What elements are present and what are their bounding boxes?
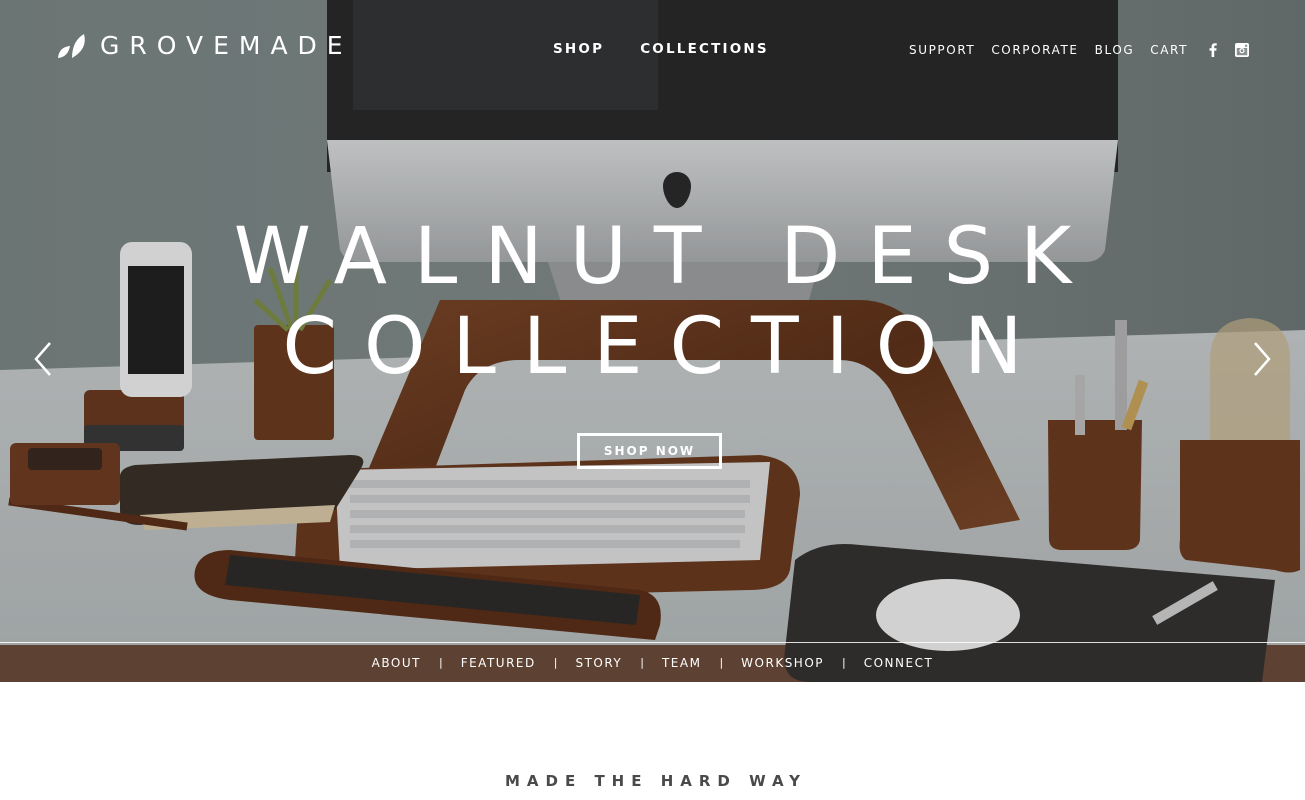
grovemade-logo[interactable]: GROVEMADE [56, 32, 353, 60]
carousel-prev-button[interactable] [31, 340, 55, 378]
nav-corporate[interactable]: CORPORATE [991, 42, 1078, 58]
nav-shop[interactable]: SHOP [553, 40, 604, 58]
instagram-link[interactable] [1235, 43, 1250, 57]
brand-name: GROVEMADE [100, 31, 353, 60]
subnav-team[interactable]: TEAM [662, 655, 701, 671]
chevron-left-icon [34, 342, 51, 376]
carousel-next-button[interactable] [1250, 340, 1274, 378]
subnav-separator: | [553, 655, 558, 669]
hero-title-line-1: WALNUT DESK [233, 212, 1099, 302]
subnav-about[interactable]: ABOUT [372, 655, 421, 671]
section-subnav: ABOUT | FEATURED | STORY | TEAM | WORKSH… [0, 642, 1305, 682]
subnav-separator: | [640, 655, 644, 669]
leaf-logo-icon [58, 34, 85, 58]
nav-blog[interactable]: BLOG [1095, 42, 1135, 58]
chevron-right-icon [1254, 342, 1271, 376]
shop-now-button[interactable]: SHOP NOW [577, 433, 722, 469]
facebook-link[interactable] [1209, 43, 1217, 57]
hero-title: WALNUT DESK COLLECTION [0, 212, 1305, 392]
subnav-story[interactable]: STORY [575, 655, 622, 671]
subnav-workshop[interactable]: WORKSHOP [741, 655, 824, 671]
hero-banner: GROVEMADE SHOP COLLECTIONS SUPPORT CORPO… [0, 0, 1305, 682]
main-nav: SHOP COLLECTIONS [553, 40, 769, 58]
hero-title-line-2: COLLECTION [282, 302, 1050, 392]
instagram-icon [1235, 43, 1250, 57]
social-links [1209, 43, 1250, 57]
subnav-connect[interactable]: CONNECT [864, 655, 934, 671]
section-tagline: MADE THE HARD WAY [504, 772, 807, 790]
nav-collections[interactable]: COLLECTIONS [640, 40, 769, 58]
subnav-separator: | [719, 655, 724, 669]
nav-support[interactable]: SUPPORT [909, 42, 975, 58]
subnav-separator: | [438, 655, 443, 669]
subnav-separator: | [842, 655, 846, 669]
facebook-icon [1209, 43, 1217, 57]
utility-nav: SUPPORT CORPORATE BLOG CART [909, 42, 1250, 58]
nav-cart[interactable]: CART [1150, 42, 1188, 58]
subnav-featured[interactable]: FEATURED [461, 655, 536, 671]
